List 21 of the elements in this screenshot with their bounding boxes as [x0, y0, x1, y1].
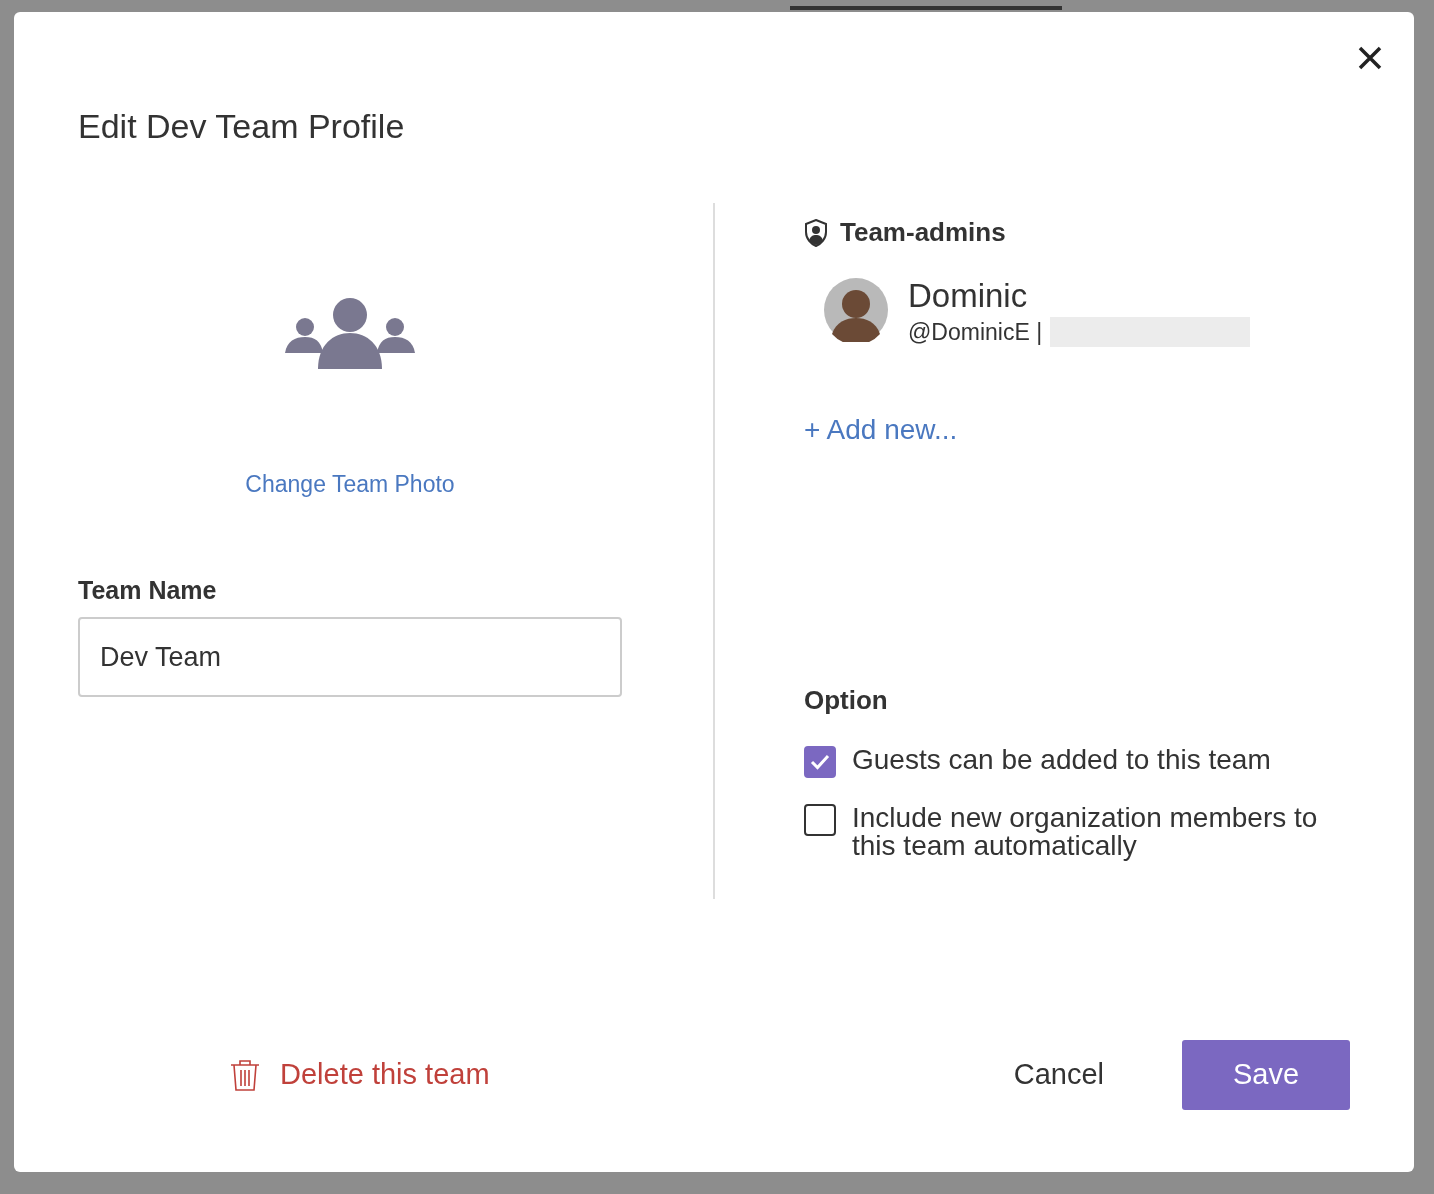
- member-name: Dominic: [908, 278, 1029, 315]
- admins-heading: Team-admins: [840, 216, 1006, 250]
- dialog-title: Edit Dev Team Profile: [78, 106, 406, 146]
- checkmark-icon: [810, 754, 830, 771]
- shield-icon: [804, 218, 828, 247]
- change-photo-link[interactable]: Change Team Photo: [245, 467, 455, 502]
- field-label: Team Name: [78, 574, 217, 606]
- avatar: [824, 278, 888, 343]
- checkbox[interactable]: [804, 746, 836, 779]
- option-label: Guests can be added to this team: [852, 746, 1271, 775]
- option-label: Include new organization members to this team automatically: [852, 804, 1319, 861]
- options-heading: Option: [804, 684, 889, 718]
- team-name-field[interactable]: Dev Team: [78, 617, 622, 698]
- trash-icon: [230, 1059, 260, 1091]
- save-button[interactable]: Save: [1182, 1040, 1350, 1110]
- checkbox[interactable]: [804, 804, 836, 837]
- cancel-button[interactable]: Cancel: [1007, 1052, 1110, 1098]
- delete-button[interactable]: Delete this team: [230, 1053, 490, 1097]
- team-icon: [285, 295, 415, 370]
- member-handle: @DominicE |: [908, 317, 1043, 347]
- add-new-link[interactable]: + Add new...: [804, 409, 958, 452]
